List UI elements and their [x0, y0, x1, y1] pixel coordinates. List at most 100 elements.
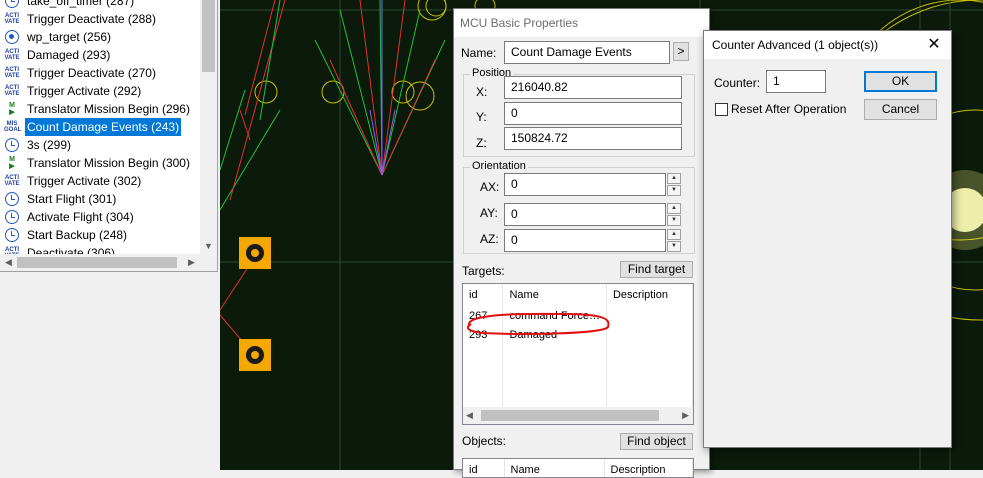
objects-table: id Name Description [463, 459, 693, 477]
name-expand-button[interactable]: > [673, 42, 689, 61]
targets-grid[interactable]: id Name Description 267 command Force… 2… [462, 283, 694, 425]
target-icon [3, 29, 21, 45]
chevron-up-icon[interactable]: ▲ [667, 173, 681, 184]
chevron-right-icon[interactable]: ▶ [183, 254, 200, 271]
z-field[interactable]: 150824.72 [504, 127, 682, 150]
tree-item[interactable]: M ▶ Translator Mission Begin (300) [0, 154, 200, 172]
activate-icon: ACTIVATE [4, 67, 20, 79]
object-tree-panel[interactable]: take_off_timer (287) ACTI VATE Trigger Dea… [0, 0, 218, 272]
x-label: X: [476, 85, 488, 99]
table-row-empty [463, 344, 693, 410]
name-field[interactable]: Count Damage Events [504, 41, 670, 64]
reset-after-operation-checkbox[interactable] [715, 103, 728, 116]
target-description [606, 325, 693, 344]
ax-spinner[interactable]: ▲ ▼ [667, 173, 681, 196]
chevron-left-icon[interactable]: ◀ [0, 254, 17, 271]
counter-label: Counter: [714, 76, 761, 90]
map-nodes [239, 237, 271, 371]
col-id[interactable]: id [463, 284, 504, 306]
table-row[interactable]: 267 command Force… [463, 306, 693, 325]
az-label: AZ: [480, 232, 499, 246]
x-field[interactable]: 216040.82 [504, 76, 682, 99]
objects-grid[interactable]: id Name Description [462, 458, 694, 478]
ay-field[interactable]: 0 [504, 203, 666, 226]
tree-item[interactable]: M ▶ Translator Mission Begin (296) [0, 100, 200, 118]
target-id: 293 [463, 325, 504, 344]
target-name: command Force… [502, 306, 607, 325]
tree-vertical-scrollbar[interactable]: ▼ [200, 0, 217, 255]
targets-hscrollbar[interactable]: ◀ ▶ [463, 407, 693, 424]
tree-item[interactable]: ACTI VATE Trigger Deactivate (270) [0, 64, 200, 82]
link-lines [220, 0, 446, 356]
col-name[interactable]: Name [504, 459, 605, 477]
chevron-up-icon[interactable]: ▲ [667, 203, 681, 214]
find-object-button[interactable]: Find object [620, 433, 693, 450]
reset-after-operation-label: Reset After Operation [731, 102, 847, 116]
target-description [606, 306, 693, 325]
az-spinner[interactable]: ▲ ▼ [667, 229, 681, 252]
cancel-button[interactable]: Cancel [864, 99, 937, 120]
y-field[interactable]: 0 [504, 102, 682, 125]
targets-hscroll-thumb[interactable] [481, 410, 659, 421]
col-description[interactable]: Description [604, 459, 693, 477]
chevron-up-icon[interactable]: ▲ [667, 229, 681, 240]
col-id[interactable]: id [463, 459, 505, 477]
chevron-left-icon[interactable]: ◀ [466, 407, 473, 424]
tree-item[interactable]: wp_target (256) [0, 28, 200, 46]
counter-advanced-dialog[interactable]: Counter Advanced (1 object(s)) ✕ Counter… [703, 30, 952, 448]
tree-item[interactable]: ACTI VATE Trigger Activate (302) [0, 172, 200, 190]
counter-field[interactable]: 1 [766, 70, 826, 93]
timer-icon [3, 227, 21, 243]
objects-header: id Name Description [463, 459, 693, 477]
close-icon[interactable]: ✕ [917, 31, 951, 59]
target-id: 267 [463, 306, 504, 325]
ay-spinner[interactable]: ▲ ▼ [667, 203, 681, 226]
orientation-caption: Orientation [470, 160, 528, 172]
mission-icon: M ▶ [9, 102, 15, 116]
tree-horizontal-scrollbar[interactable]: ◀ ▶ [0, 254, 217, 271]
timer-icon [3, 0, 21, 9]
goal-icon: MIS GOAL [4, 121, 22, 133]
tree-item[interactable]: 3s (299) [0, 136, 200, 154]
tree-item[interactable]: take_off_timer (287) [0, 0, 200, 10]
chevron-down-icon[interactable]: ▼ [667, 185, 681, 196]
table-row[interactable]: 293 Damaged [463, 325, 693, 344]
tree-item[interactable]: ACTI VATE Damaged (293) [0, 46, 200, 64]
chevron-down-icon[interactable]: ▼ [200, 238, 217, 255]
tree-item[interactable]: ACTI VATE Trigger Activate (292) [0, 82, 200, 100]
col-name[interactable]: Name [502, 284, 607, 306]
tree-scroll-thumb[interactable] [202, 0, 215, 72]
find-target-button[interactable]: Find target [620, 261, 693, 278]
chevron-down-icon[interactable]: ▼ [667, 215, 681, 226]
target-name: Damaged [502, 325, 607, 344]
targets-label: Targets: [462, 264, 505, 278]
tree-item[interactable]: Start Flight (301) [0, 190, 200, 208]
col-description[interactable]: Description [606, 284, 693, 306]
tree-item[interactable]: Start Backup (248) [0, 226, 200, 244]
tree-hscroll-thumb[interactable] [17, 257, 177, 268]
object-tree-list: take_off_timer (287) ACTI VATE Trigger Dea… [0, 0, 200, 262]
tree-item-selected[interactable]: MIS GOAL Count Damage Events (243) [0, 118, 200, 136]
y-label: Y: [476, 110, 487, 124]
targets-header: id Name Description [463, 284, 693, 306]
ax-field[interactable]: 0 [504, 173, 666, 196]
timer-icon [3, 209, 21, 225]
targets-table: id Name Description 267 command Force… 2… [463, 284, 693, 410]
ok-button[interactable]: OK [864, 71, 937, 92]
mission-icon: M ▶ [9, 156, 15, 170]
tree-item[interactable]: Activate Flight (304) [0, 208, 200, 226]
z-label: Z: [476, 136, 487, 150]
mcu-basic-properties-dialog[interactable]: MCU Basic Properties Name: Count Damage … [453, 8, 710, 478]
name-label: Name: [461, 46, 497, 60]
objects-label: Objects: [462, 434, 507, 448]
ay-label: AY: [480, 206, 498, 220]
tree-item[interactable]: ACTI VATE Trigger Deactivate (288) [0, 10, 200, 28]
activate-icon: ACTIVATE [4, 49, 20, 61]
dialog-title: Counter Advanced (1 object(s)) [704, 31, 951, 59]
chevron-down-icon[interactable]: ▼ [667, 241, 681, 252]
activate-icon: ACTIVATE [4, 13, 20, 25]
az-field[interactable]: 0 [504, 229, 666, 252]
activate-icon: ACTIVATE [4, 175, 20, 187]
chevron-right-icon[interactable]: ▶ [682, 407, 689, 424]
timer-icon [3, 137, 21, 153]
